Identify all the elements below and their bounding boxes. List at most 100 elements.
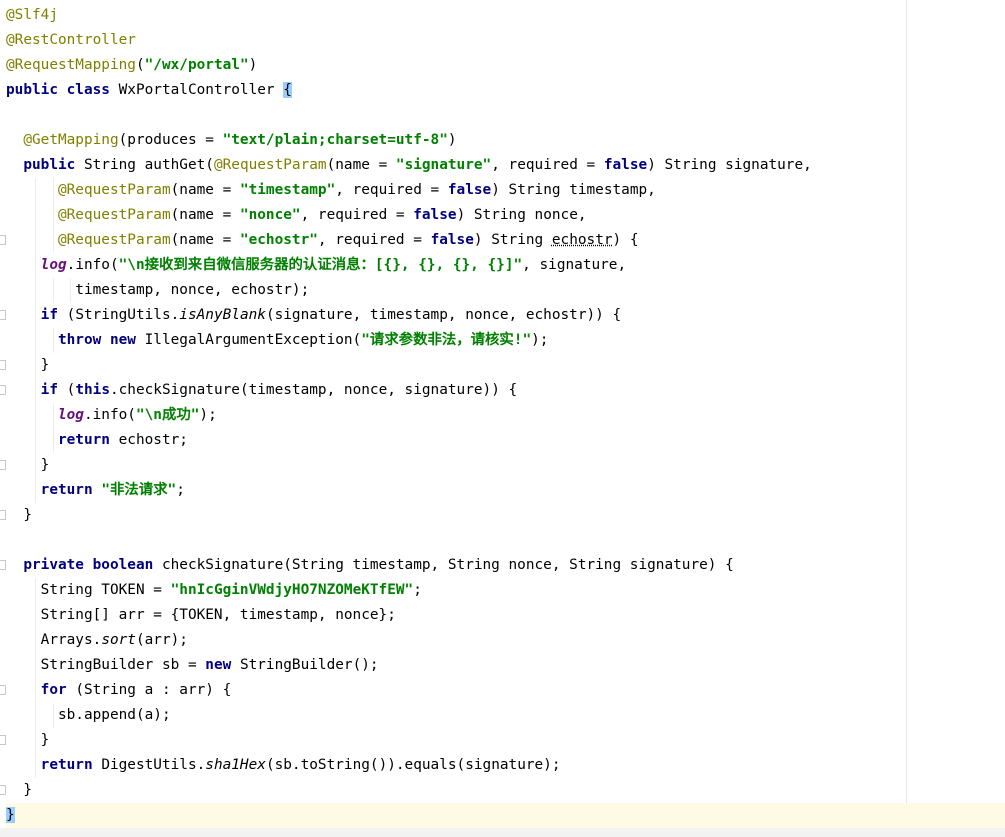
code-line[interactable]: log.info("\n成功"); — [6, 403, 1005, 428]
fold-marker-icon[interactable] — [0, 385, 6, 395]
keyword-token: if — [40, 307, 67, 323]
fold-marker-icon[interactable] — [0, 510, 6, 520]
fold-marker-icon[interactable] — [0, 785, 6, 795]
fold-marker-icon[interactable] — [0, 735, 6, 745]
horizontal-scrollbar[interactable] — [0, 828, 1005, 837]
code-token: , required = — [317, 232, 431, 248]
code-line[interactable]: public String authGet(@RequestParam(name… — [6, 153, 1005, 178]
field-token: log — [40, 257, 67, 273]
code-line[interactable]: @RequestParam(name = "nonce", required =… — [6, 203, 1005, 228]
code-token: (arr); — [135, 632, 188, 648]
code-line[interactable]: return "非法请求"; — [6, 478, 1005, 503]
code-line[interactable]: String TOKEN = "hnIcGginVWdjyHO7NZOMeKTf… — [6, 578, 1005, 603]
code-line[interactable]: } — [0, 353, 1005, 378]
indent-guide — [35, 278, 37, 303]
code-line[interactable]: if (StringUtils.isAnyBlank(signature, ti… — [0, 303, 1005, 328]
indent-guide — [35, 728, 37, 753]
fold-marker-icon[interactable] — [0, 235, 6, 245]
indent-guide — [35, 203, 37, 228]
code-token: ; — [176, 482, 185, 498]
indent-guide — [35, 628, 37, 653]
code-token: , required = — [300, 207, 414, 223]
code-token: IllegalArgumentException( — [144, 332, 362, 348]
annotation-token: @Slf4j — [6, 7, 58, 23]
code-token: } — [6, 507, 32, 523]
code-line[interactable]: private boolean checkSignature(String ti… — [0, 553, 1005, 578]
code-line[interactable]: @RequestParam(name = "echostr", required… — [0, 228, 1005, 253]
code-line[interactable]: public class WxPortalController { — [6, 78, 1005, 103]
code-line[interactable]: if (this.checkSignature(timestamp, nonce… — [0, 378, 1005, 403]
code-token: ) — [447, 132, 457, 148]
code-line[interactable]: return DigestUtils.sha1Hex(sb.toString()… — [6, 753, 1005, 778]
annotation-token: @RestController — [6, 32, 136, 48]
code-line[interactable]: } — [0, 778, 1005, 803]
annotation-token: @RequestParam — [57, 182, 171, 198]
code-token: (name = — [326, 157, 396, 173]
code-line[interactable]: String[] arr = {TOKEN, timestamp, nonce}… — [6, 603, 1005, 628]
code-token: (StringUtils. — [66, 307, 180, 323]
code-token: ; — [413, 582, 422, 598]
code-line[interactable]: throw new IllegalArgumentException("请求参数… — [6, 328, 1005, 353]
code-line[interactable]: } — [6, 803, 1005, 828]
indent-guide — [52, 703, 54, 728]
annotation-token: @RequestMapping — [6, 57, 136, 73]
code-editor[interactable]: @Slf4j @RestController @RequestMapping("/w… — [0, 0, 1005, 837]
indent-guide — [35, 653, 37, 678]
code-line[interactable]: @GetMapping(produces = "text/plain;chars… — [6, 128, 1005, 153]
code-line[interactable]: @Slf4j — [6, 3, 1005, 28]
code-token: (signature, timestamp, nonce, echostr)) … — [265, 307, 622, 323]
code-line[interactable]: Arrays.sort(arr); — [6, 628, 1005, 653]
keyword-token: public — [23, 157, 84, 173]
code-line[interactable]: @RequestMapping("/wx/portal") — [6, 53, 1005, 78]
code-area[interactable]: @Slf4j @RestController @RequestMapping("/w… — [0, 3, 1005, 828]
code-token: ) String nonce, — [456, 207, 587, 223]
variable-token: echostr — [551, 232, 613, 248]
keyword-token: false — [447, 182, 492, 198]
code-token: (name = — [170, 207, 240, 223]
code-line[interactable] — [6, 103, 1005, 128]
code-line[interactable]: StringBuilder sb = new StringBuilder(); — [6, 653, 1005, 678]
fold-marker-icon[interactable] — [0, 460, 6, 470]
indent-guide — [35, 753, 37, 778]
code-token: Arrays. — [6, 632, 102, 648]
string-token: "timestamp" — [239, 182, 336, 198]
code-line[interactable]: return echostr; — [6, 428, 1005, 453]
code-token: ) — [248, 57, 258, 73]
code-token: StringBuilder(); — [239, 657, 379, 673]
code-line[interactable]: } — [0, 728, 1005, 753]
string-token: "请求参数非法，请核实!" — [361, 332, 532, 348]
keyword-token: if — [40, 382, 67, 398]
indent-guide — [35, 578, 37, 603]
matched-brace: { — [283, 82, 292, 98]
indent-guide — [35, 228, 37, 253]
field-token: log — [57, 407, 84, 423]
code-line[interactable] — [6, 528, 1005, 553]
indent-guide — [35, 703, 37, 728]
static-method-token: sort — [101, 632, 136, 648]
code-token: (sb.toString()).equals(signature); — [265, 757, 561, 773]
code-line[interactable]: @RestController — [6, 28, 1005, 53]
indent-guide — [35, 378, 37, 403]
code-token: } — [6, 357, 50, 373]
fold-marker-icon[interactable] — [0, 310, 6, 320]
code-token: String TOKEN = — [6, 582, 171, 598]
fold-marker-icon[interactable] — [0, 560, 6, 570]
code-token: (String a : arr) { — [75, 682, 232, 698]
code-line[interactable]: log.info("\n接收到来自微信服务器的认证消息：[{}, {}, {},… — [6, 253, 1005, 278]
fold-marker-icon[interactable] — [0, 360, 6, 370]
keyword-token: throw new — [57, 332, 145, 348]
code-line[interactable]: } — [0, 453, 1005, 478]
code-token: ) String signature, — [647, 157, 812, 173]
code-token: checkSignature(String timestamp, String … — [161, 557, 734, 573]
indent-guide — [35, 253, 37, 278]
fold-marker-icon[interactable] — [0, 685, 6, 695]
code-line[interactable]: @RequestParam(name = "timestamp", requir… — [6, 178, 1005, 203]
code-line[interactable]: } — [0, 503, 1005, 528]
code-line[interactable]: timestamp, nonce, echostr); — [6, 278, 1005, 303]
code-line[interactable]: sb.append(a); — [6, 703, 1005, 728]
code-line[interactable]: for (String a : arr) { — [0, 678, 1005, 703]
